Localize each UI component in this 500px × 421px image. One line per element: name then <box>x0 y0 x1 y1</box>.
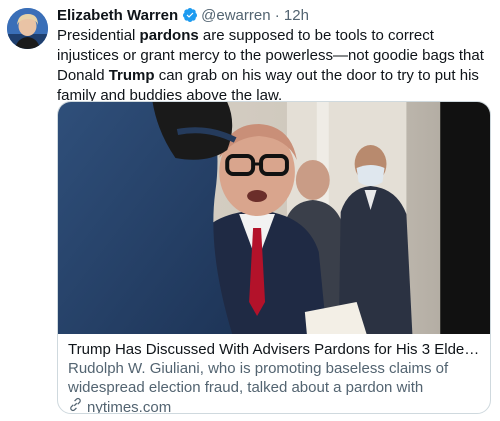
tweet-text-part: Presidential <box>57 27 140 44</box>
tweet-text-bold: pardons <box>139 27 199 44</box>
link-card[interactable]: Trump Has Discussed With Advisers Pardon… <box>57 101 491 414</box>
author-handle[interactable]: @ewarren <box>201 7 270 24</box>
link-icon <box>68 397 83 413</box>
avatar[interactable] <box>7 8 48 49</box>
author-name[interactable]: Elizabeth Warren <box>57 7 178 24</box>
card-body: Trump Has Discussed With Advisers Pardon… <box>58 334 490 414</box>
card-domain: nytimes.com <box>68 397 480 414</box>
tweet-text-bold: Trump <box>108 67 155 84</box>
separator-dot: · <box>274 7 280 24</box>
card-domain-text[interactable]: nytimes.com <box>87 398 171 414</box>
card-description: Rudolph W. Giuliani, who is promoting ba… <box>68 360 449 396</box>
card-image[interactable] <box>58 102 490 334</box>
card-title[interactable]: Trump Has Discussed With Advisers Pardon… <box>68 340 480 359</box>
tweet-text: Presidential pardons are supposed to be … <box>57 26 497 106</box>
timestamp[interactable]: 12h <box>284 7 309 24</box>
